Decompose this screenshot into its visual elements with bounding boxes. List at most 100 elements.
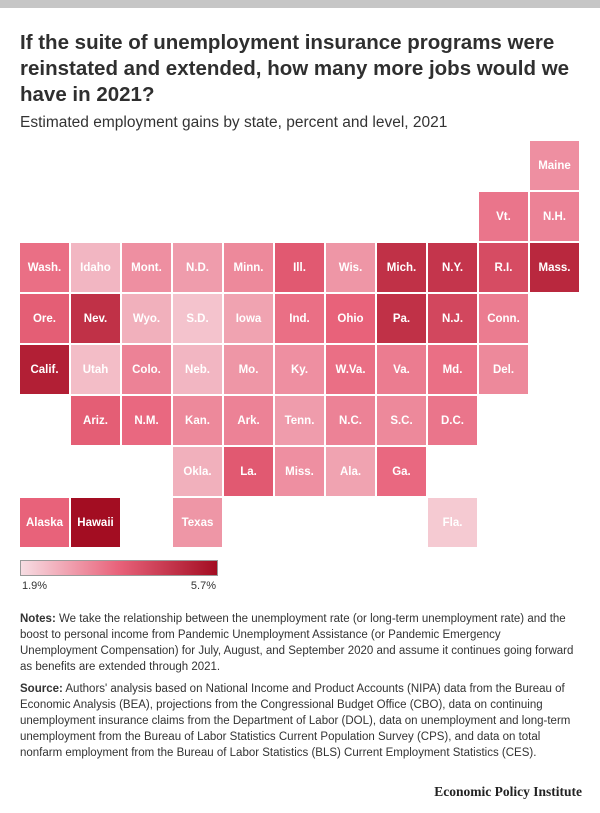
state-tile-label: Hawaii xyxy=(77,517,113,529)
state-tile: Nev. xyxy=(71,294,120,343)
state-tile: Okla. xyxy=(173,447,222,496)
state-tile: Ore. xyxy=(20,294,69,343)
state-tile-label: Mich. xyxy=(387,262,416,274)
brand-logo-text: Economic Policy Institute xyxy=(434,784,582,800)
source-paragraph: Source: Authors' analysis based on Natio… xyxy=(20,681,580,761)
state-tile-label: Del. xyxy=(493,364,514,376)
state-tile-label: N.D. xyxy=(186,262,209,274)
state-tile-label: Nev. xyxy=(84,313,107,325)
state-tile: Mass. xyxy=(530,243,579,292)
state-tile-label: Kan. xyxy=(185,415,210,427)
state-tile-label: Wash. xyxy=(28,262,61,274)
notes-label: Notes: xyxy=(20,613,56,625)
state-tile-label: Ga. xyxy=(392,466,411,478)
state-tile-label: Tenn. xyxy=(285,415,315,427)
state-tile: Alaska xyxy=(20,498,69,547)
state-tile-label: Conn. xyxy=(487,313,520,325)
state-tile-label: Vt. xyxy=(496,211,511,223)
state-tile-label: N.J. xyxy=(442,313,463,325)
state-tile: Texas xyxy=(173,498,222,547)
state-tile-label: Alaska xyxy=(26,517,63,529)
state-tile-label: Ark. xyxy=(237,415,259,427)
notes-text: We take the relationship between the une… xyxy=(20,613,573,673)
state-tile: Conn. xyxy=(479,294,528,343)
legend-labels: 1.9% 5.7% xyxy=(20,576,218,596)
state-tile: La. xyxy=(224,447,273,496)
legend-min-label: 1.9% xyxy=(22,580,47,592)
state-tile-label: Texas xyxy=(182,517,214,529)
state-tile-label: S.D. xyxy=(186,313,208,325)
state-tile: Ind. xyxy=(275,294,324,343)
state-tile: Ky. xyxy=(275,345,324,394)
state-tile: Ga. xyxy=(377,447,426,496)
state-tile: Iowa xyxy=(224,294,273,343)
state-tile: Ark. xyxy=(224,396,273,445)
state-tile: N.D. xyxy=(173,243,222,292)
state-tile: Ala. xyxy=(326,447,375,496)
state-tile-label: Mo. xyxy=(239,364,259,376)
state-tile: Fla. xyxy=(428,498,477,547)
color-legend: 1.9% 5.7% xyxy=(20,560,218,596)
state-tile-label: Neb. xyxy=(185,364,210,376)
state-tile: Ohio xyxy=(326,294,375,343)
state-tile-label: Ala. xyxy=(340,466,361,478)
source-text: Authors' analysis based on National Inco… xyxy=(20,683,570,759)
state-tile-label: D.C. xyxy=(441,415,464,427)
state-tile-label: Ore. xyxy=(33,313,56,325)
legend-gradient-bar xyxy=(20,560,218,576)
state-tile: Hawaii xyxy=(71,498,120,547)
state-tile-label: Wis. xyxy=(339,262,363,274)
state-tile: Mont. xyxy=(122,243,171,292)
source-label: Source: xyxy=(20,683,63,695)
state-tile: Tenn. xyxy=(275,396,324,445)
state-tile-label: Ariz. xyxy=(83,415,108,427)
state-tile: N.Y. xyxy=(428,243,477,292)
state-tile: Idaho xyxy=(71,243,120,292)
state-tile-label: W.Va. xyxy=(335,364,365,376)
state-tile-label: N.H. xyxy=(543,211,566,223)
state-tile-label: Iowa xyxy=(236,313,262,325)
chart-title: If the suite of unemployment insurance p… xyxy=(20,30,580,108)
state-tile: N.M. xyxy=(122,396,171,445)
state-tile-label: N.Y. xyxy=(442,262,463,274)
state-tile-label: Utah xyxy=(83,364,109,376)
state-tile-label: R.I. xyxy=(495,262,513,274)
legend-max-label: 5.7% xyxy=(191,580,216,592)
state-tile: Del. xyxy=(479,345,528,394)
state-tile-label: Miss. xyxy=(285,466,314,478)
state-tile-label: Ind. xyxy=(289,313,309,325)
state-tile: Va. xyxy=(377,345,426,394)
state-tile-label: Wyo. xyxy=(133,313,160,325)
state-tile-label: N.M. xyxy=(134,415,158,427)
state-tile: Wyo. xyxy=(122,294,171,343)
state-tile-label: Va. xyxy=(393,364,410,376)
state-tile-label: Mass. xyxy=(539,262,571,274)
state-tile: Calif. xyxy=(20,345,69,394)
state-tile-label: Ky. xyxy=(291,364,308,376)
state-tile: Maine xyxy=(530,141,579,190)
state-tile-label: Colo. xyxy=(132,364,161,376)
state-tile: D.C. xyxy=(428,396,477,445)
state-tile-label: N.C. xyxy=(339,415,362,427)
state-tile-label: Pa. xyxy=(393,313,410,325)
state-tile-label: Okla. xyxy=(183,466,211,478)
state-tile-label: Idaho xyxy=(80,262,111,274)
top-divider-bar xyxy=(0,0,600,8)
state-tile: N.J. xyxy=(428,294,477,343)
state-tile-label: S.C. xyxy=(390,415,412,427)
state-tile: Utah xyxy=(71,345,120,394)
state-tile: Minn. xyxy=(224,243,273,292)
state-tile-label: Ill. xyxy=(293,262,306,274)
state-tile: N.H. xyxy=(530,192,579,241)
state-tile: S.C. xyxy=(377,396,426,445)
state-tile: R.I. xyxy=(479,243,528,292)
state-tile-label: Calif. xyxy=(30,364,58,376)
state-tile: Miss. xyxy=(275,447,324,496)
state-tile: Colo. xyxy=(122,345,171,394)
state-tile-label: Ohio xyxy=(337,313,363,325)
state-tile: Ariz. xyxy=(71,396,120,445)
chart-subtitle: Estimated employment gains by state, per… xyxy=(20,114,580,132)
state-tile-label: Maine xyxy=(538,160,571,172)
state-tile: Neb. xyxy=(173,345,222,394)
state-tile: Mo. xyxy=(224,345,273,394)
